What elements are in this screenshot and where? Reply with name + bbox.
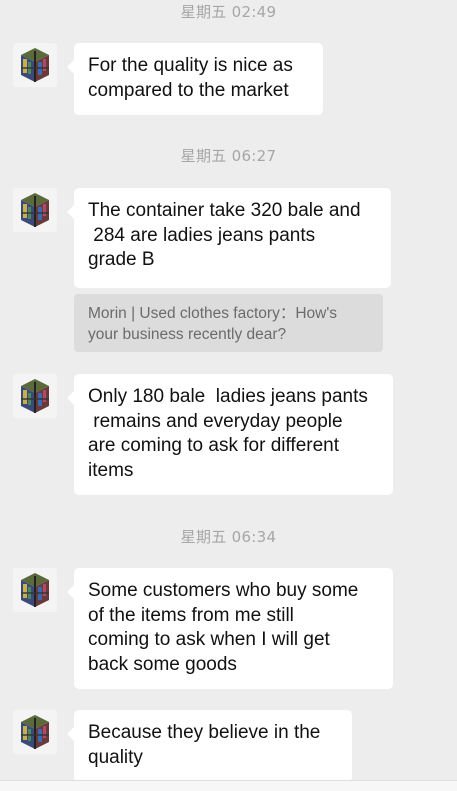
timestamp: 星期五 06:34	[180, 528, 277, 546]
contact-avatar[interactable]	[13, 374, 57, 418]
quoted-message[interactable]: Morin | Used clothes factory：How's your …	[74, 294, 383, 352]
timestamp: 星期五 02:49	[180, 3, 277, 21]
message-bubble[interactable]: Because they believe in the quality	[67, 710, 352, 782]
timestamp: 星期五 06:27	[180, 147, 277, 165]
clothes-bale-avatar-icon	[13, 710, 57, 754]
contact-avatar[interactable]	[13, 710, 57, 754]
message-bubble[interactable]: For the quality is nice as compared to t…	[67, 43, 323, 115]
contact-avatar[interactable]	[13, 43, 57, 87]
message-bubble[interactable]: Some customers who buy some of the items…	[67, 568, 393, 689]
input-bar[interactable]	[0, 780, 457, 791]
contact-avatar[interactable]	[13, 568, 57, 612]
clothes-bale-avatar-icon	[13, 188, 57, 232]
contact-avatar[interactable]	[13, 188, 57, 232]
clothes-bale-avatar-icon	[13, 568, 57, 612]
message-bubble[interactable]: Only 180 bale ladies jeans pants remains…	[67, 374, 393, 495]
message-bubble[interactable]: The container take 320 bale and 284 are …	[67, 188, 391, 288]
clothes-bale-avatar-icon	[13, 374, 57, 418]
clothes-bale-avatar-icon	[13, 43, 57, 87]
